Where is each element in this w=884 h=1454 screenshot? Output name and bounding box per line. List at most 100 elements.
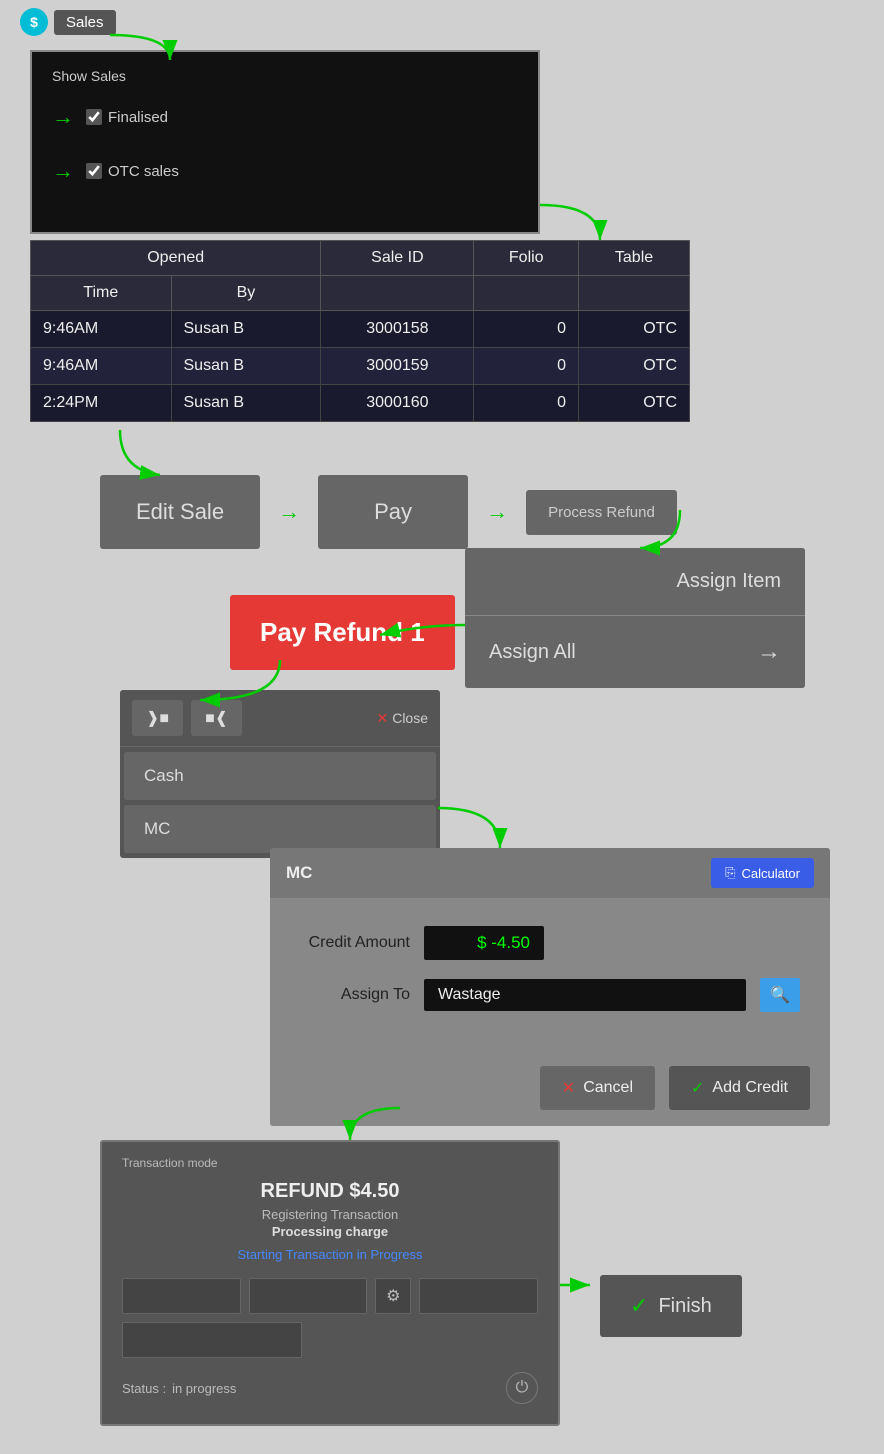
col-table-sub [579,276,690,311]
otc-label[interactable]: OTC sales [86,163,179,180]
col-time: Time [31,276,172,311]
otc-checkbox[interactable] [86,163,102,179]
sales-tab[interactable]: $ Sales [20,8,116,36]
finish-label: Finish [658,1295,711,1318]
panel-left-icon-button[interactable]: ❱■ [132,700,183,736]
arrow-finalised: → [52,104,74,130]
transaction-processing-label: Processing charge [122,1224,538,1239]
col-sale-id: Sale ID [321,241,474,276]
panel-right-icon-button[interactable]: ■❰ [191,700,242,736]
sales-table: Opened Sale ID Folio Table Time By 9:46A… [30,240,690,422]
add-credit-button[interactable]: ✓ Add Credit [669,1066,810,1110]
arrow-otc: → [52,158,74,184]
row1-folio: 0 [474,311,579,348]
action-buttons-row: Edit Sale → Pay → Process Refund [100,475,677,549]
calculator-button[interactable]: ⎘ Calculator [711,858,814,888]
row3-saleid: 3000160 [321,385,474,422]
assign-search-button[interactable]: 🔍 [760,978,800,1012]
assign-all-arrow-icon: → [757,638,781,666]
transaction-mode-label: Transaction mode [122,1156,538,1170]
col-opened: Opened [31,241,321,276]
payment-methods-panel: ❱■ ■❰ ✕ Close Cash MC [120,690,440,858]
transaction-fields-row2 [122,1322,538,1358]
dollar-icon: $ [30,14,38,30]
pay-refund-button[interactable]: Pay Refund 1 [230,595,455,670]
row2-by: Susan B [171,348,321,385]
row2-saleid: 3000159 [321,348,474,385]
transaction-mode-panel: Transaction mode REFUND $4.50 Registerin… [100,1140,560,1426]
table-row[interactable]: 9:46AM Susan B 3000158 0 OTC [31,311,690,348]
transaction-status-value: in progress [172,1381,236,1396]
otc-option[interactable]: → OTC sales [52,158,518,184]
assign-all-button[interactable]: Assign All → [465,616,805,688]
credit-amount-row: Credit Amount $ -4.50 [300,926,800,960]
assign-panel: Assign Item Assign All → [465,548,805,688]
row1-time: 9:46AM [31,311,172,348]
transaction-gear-icon: ⚙ [375,1278,411,1314]
transaction-status-row: Status : in progress ⏻ [122,1372,538,1404]
mc-dialog-footer: ✕ Cancel ✓ Add Credit [270,1050,830,1126]
close-button[interactable]: ✕ Close [376,710,428,727]
arrow-edit-to-pay: → [278,499,300,525]
sales-tab-label[interactable]: Sales [54,10,116,35]
credit-amount-value: $ -4.50 [424,926,544,960]
cancel-label: Cancel [583,1079,633,1097]
transaction-fields-row1: ⚙ [122,1278,538,1314]
process-refund-button[interactable]: Process Refund [526,490,677,535]
row3-time: 2:24PM [31,385,172,422]
add-credit-check-icon: ✓ [691,1078,704,1098]
table-row[interactable]: 9:46AM Susan B 3000159 0 OTC [31,348,690,385]
row3-folio: 0 [474,385,579,422]
row1-table: OTC [579,311,690,348]
finish-check-icon: ✓ [630,1293,648,1319]
finalised-text: Finalised [108,109,168,126]
mc-dialog-body: Credit Amount $ -4.50 Assign To 🔍 [270,898,830,1050]
assign-to-row: Assign To 🔍 [300,978,800,1012]
otc-text: OTC sales [108,163,179,180]
sales-table-wrapper: Opened Sale ID Folio Table Time By 9:46A… [30,240,690,422]
assign-item-button[interactable]: Assign Item [465,548,805,616]
calculator-icon: ⎘ [725,865,735,881]
mc-dialog-header: MC ⎘ Calculator [270,848,830,898]
assign-to-input[interactable] [424,979,746,1011]
transaction-progress-label: Starting Transaction in Progress [122,1247,538,1262]
row1-saleid: 3000158 [321,311,474,348]
row1-by: Susan B [171,311,321,348]
transaction-field-2 [249,1278,368,1314]
edit-sale-button[interactable]: Edit Sale [100,475,260,549]
arrow-pay-to-refund: → [486,499,508,525]
transaction-field-1 [122,1278,241,1314]
add-credit-label: Add Credit [712,1079,788,1097]
col-folio: Folio [474,241,579,276]
col-sale-id-sub [321,276,474,311]
assign-to-label: Assign To [300,986,410,1004]
table-row[interactable]: 2:24PM Susan B 3000160 0 OTC [31,385,690,422]
transaction-field-4 [122,1322,302,1358]
show-sales-panel: Show Sales → Finalised → OTC sales [30,50,540,234]
finalised-checkbox[interactable] [86,109,102,125]
finalised-label[interactable]: Finalised [86,109,168,126]
finish-button[interactable]: ✓ Finish [600,1275,742,1337]
power-button[interactable]: ⏻ [506,1372,538,1404]
mc-button[interactable]: MC [124,805,436,853]
cash-button[interactable]: Cash [124,752,436,800]
show-sales-title: Show Sales [52,68,518,84]
close-x-icon: ✕ [376,710,388,727]
transaction-registering-label: Registering Transaction [122,1207,538,1222]
row3-table: OTC [579,385,690,422]
col-by: By [171,276,321,311]
cancel-button[interactable]: ✕ Cancel [540,1066,655,1110]
finalised-option[interactable]: → Finalised [52,104,518,130]
pay-button[interactable]: Pay [318,475,468,549]
col-table: Table [579,241,690,276]
row2-table: OTC [579,348,690,385]
transaction-field-3 [419,1278,538,1314]
close-label: Close [392,710,428,726]
mc-dialog: MC ⎘ Calculator Credit Amount $ -4.50 As… [270,848,830,1126]
col-folio-sub [474,276,579,311]
cancel-x-icon: ✕ [562,1078,575,1098]
calculator-label: Calculator [741,866,800,881]
transaction-status-label: Status : [122,1381,166,1396]
payment-panel-top: ❱■ ■❰ ✕ Close [120,690,440,747]
sales-icon: $ [20,8,48,36]
